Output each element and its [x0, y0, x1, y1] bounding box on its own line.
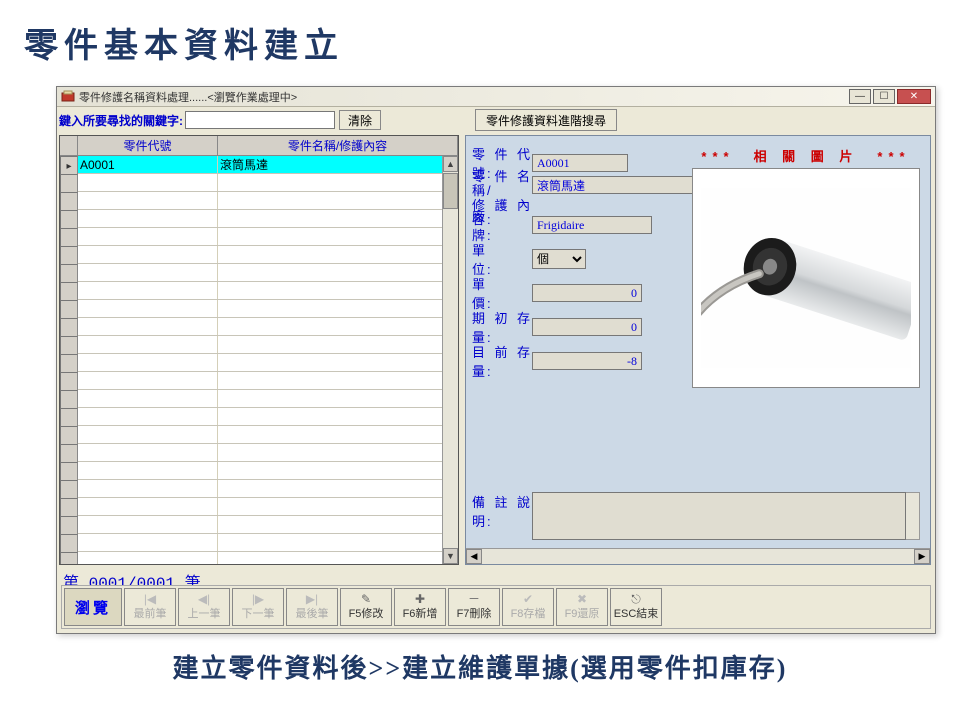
edit-button[interactable]: ✎F5修改 [340, 588, 392, 626]
undo-button[interactable]: ✖F9還原 [556, 588, 608, 626]
minimize-button[interactable]: — [849, 89, 871, 104]
search-bar: 鍵入所要尋找的關鍵字: 清除 [59, 109, 439, 131]
nav-next-button[interactable]: |▶下一筆 [232, 588, 284, 626]
scroll-right-icon[interactable]: ▶ [914, 549, 930, 564]
add-icon: ✚ [415, 593, 425, 605]
search-label: 鍵入所要尋找的關鍵字: [59, 112, 183, 129]
field-remark[interactable] [532, 492, 906, 540]
delete-icon: － [468, 593, 480, 605]
footer-note: 建立零件資料後>>建立維護單據(選用零件扣庫存) [0, 648, 960, 685]
maximize-button[interactable]: ☐ [873, 89, 895, 104]
save-button[interactable]: ✔F8存檔 [502, 588, 554, 626]
next-icon: |▶ [252, 593, 264, 605]
first-icon: |◀ [144, 593, 156, 605]
exit-button[interactable]: ⎋ESC結束 [610, 588, 662, 626]
image-caption: *** 相 關 圖 片 *** [692, 146, 920, 165]
col-code[interactable]: 零件代號 [78, 136, 218, 155]
nav-last-button[interactable]: ▶|最後筆 [286, 588, 338, 626]
label-brand: 廠 牌: [472, 206, 532, 244]
grid-scrollbar[interactable]: ▲ ▼ [442, 156, 458, 564]
nav-prev-button[interactable]: ◀|上一筆 [178, 588, 230, 626]
remark-row: 備註說明: [472, 492, 920, 540]
grid-header: 零件代號 零件名稱/修護內容 [60, 136, 458, 156]
app-icon [61, 90, 75, 104]
label-unit: 單 位: [472, 240, 532, 278]
advanced-search-button[interactable]: 零件修護資料進階搜尋 [475, 109, 617, 131]
delete-button[interactable]: －F7刪除 [448, 588, 500, 626]
clear-button[interactable]: 清除 [339, 110, 381, 130]
app-window: 零件修護名稱資料處理......<瀏覽作業處理中> — ☐ ✕ 鍵入所要尋找的關… [56, 86, 936, 634]
add-button[interactable]: ✚F6新增 [394, 588, 446, 626]
save-icon: ✔ [523, 593, 533, 605]
roller-motor-image [693, 169, 919, 387]
remark-scrollbar[interactable] [906, 492, 920, 540]
prev-icon: ◀| [198, 593, 210, 605]
page-heading: 零件基本資料建立 [0, 0, 960, 77]
exit-icon: ⎋ [631, 593, 641, 605]
field-price[interactable] [532, 284, 642, 302]
edit-icon: ✎ [361, 593, 371, 605]
field-curr-stock[interactable] [532, 352, 642, 370]
label-init-stock: 期初存量: [472, 308, 532, 346]
undo-icon: ✖ [577, 593, 587, 605]
label-remark: 備註說明: [472, 492, 532, 530]
parts-grid[interactable]: 零件代號 零件名稱/修護內容 ▸ A0001 滾筒馬達 [59, 135, 459, 565]
part-image[interactable] [692, 168, 920, 388]
grid-body: ▸ A0001 滾筒馬達 [60, 156, 458, 564]
col-name[interactable]: 零件名稱/修護內容 [218, 136, 458, 155]
toolbar: 瀏覽 |◀最前筆 ◀|上一筆 |▶下一筆 ▶|最後筆 ✎F5修改 ✚F6新增 －… [61, 585, 931, 629]
cell-code[interactable]: A0001 [78, 156, 218, 173]
details-panel: 零件代號: 零件名稱/ 修護內容: 廠 牌: 型 式: 單 位: 個 單 價: [465, 135, 931, 565]
label-price: 單 價: [472, 274, 532, 312]
scroll-thumb[interactable] [443, 173, 458, 209]
row-indicator-col [60, 136, 78, 155]
mode-browse[interactable]: 瀏覽 [64, 588, 122, 626]
field-init-stock[interactable] [532, 318, 642, 336]
details-h-scrollbar[interactable]: ◀ ▶ [466, 548, 930, 564]
last-icon: ▶| [306, 593, 318, 605]
titlebar: 零件修護名稱資料處理......<瀏覽作業處理中> — ☐ ✕ [57, 87, 935, 107]
cell-name[interactable]: 滾筒馬達 [218, 156, 458, 173]
close-button[interactable]: ✕ [897, 89, 931, 104]
row-indicator: ▸ [60, 156, 78, 176]
window-title: 零件修護名稱資料處理......<瀏覽作業處理中> [79, 89, 297, 105]
scroll-down-icon[interactable]: ▼ [443, 548, 458, 564]
table-row[interactable]: ▸ A0001 滾筒馬達 [60, 156, 458, 174]
search-input[interactable] [185, 111, 335, 129]
scroll-up-icon[interactable]: ▲ [443, 156, 458, 172]
field-brand[interactable] [532, 216, 652, 234]
nav-first-button[interactable]: |◀最前筆 [124, 588, 176, 626]
label-curr-stock: 目前存量: [472, 342, 532, 380]
field-unit[interactable]: 個 [532, 249, 586, 269]
scroll-left-icon[interactable]: ◀ [466, 549, 482, 564]
